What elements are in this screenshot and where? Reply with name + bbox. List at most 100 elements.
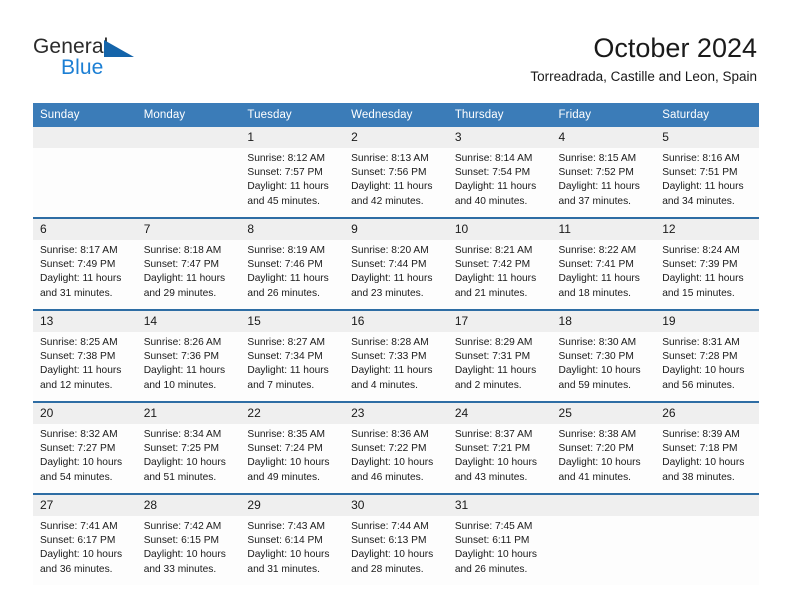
calendar-day-cell[interactable]: 26 Sunrise: 8:39 AM Sunset: 7:18 PM Dayligh…: [655, 402, 759, 495]
calendar-day-cell[interactable]: 18 Sunrise: 8:30 AM Sunset: 7:30 PM Dayligh…: [551, 310, 656, 403]
sunset-text: Sunset: 7:47 PM: [143, 259, 220, 271]
calendar-day-cell[interactable]: 8 Sunrise: 8:19 AM Sunset: 7:46 PM Daylight…: [240, 218, 345, 311]
calendar-page: General Blue October 2024 Torreadrada, C…: [0, 0, 792, 612]
daylight-text-line1: Daylight: 11 hours: [143, 365, 226, 377]
sunrise-text: Sunrise: 8:38 AM: [558, 429, 637, 440]
daylight-text-line2: and 59 minutes.: [558, 379, 632, 391]
day-number: 11: [551, 219, 656, 240]
day-details: Sunrise: 8:17 AM Sunset: 7:49 PM Daylight:…: [33, 240, 137, 301]
sunset-text: Sunset: 7:38 PM: [40, 351, 116, 363]
day-number: 16: [344, 311, 448, 332]
calendar-day-cell-empty: [136, 127, 241, 219]
sunrise-text: Sunrise: 8:21 AM: [454, 245, 533, 256]
daylight-text-line2: and 38 minutes.: [662, 471, 735, 483]
sunset-text: Sunset: 7:18 PM: [662, 443, 738, 455]
calendar-day-cell[interactable]: 29 Sunrise: 7:43 AM Sunset: 6:14 PM Dayligh…: [240, 494, 345, 585]
daylight-text-line2: and 37 minutes.: [558, 195, 632, 207]
sunrise-text: Sunrise: 7:45 AM: [454, 521, 533, 532]
day-number: 30: [344, 495, 448, 516]
weekday-header-thursday: Thursday: [447, 103, 552, 127]
sunset-text: Sunset: 7:46 PM: [247, 259, 323, 271]
sunset-text: Sunset: 7:57 PM: [247, 167, 323, 179]
calendar-day-cell[interactable]: 21 Sunrise: 8:34 AM Sunset: 7:25 PM Dayligh…: [136, 402, 241, 495]
day-number: 23: [344, 403, 448, 424]
daylight-text-line1: Daylight: 10 hours: [247, 549, 330, 561]
sunrise-text: Sunrise: 8:13 AM: [351, 153, 429, 164]
sunrise-text: Sunrise: 8:31 AM: [662, 337, 740, 348]
sunrise-text: Sunrise: 8:25 AM: [40, 337, 118, 348]
general-blue-logo[interactable]: General Blue: [33, 36, 153, 84]
day-details: Sunrise: 8:39 AM Sunset: 7:18 PM Daylight:…: [655, 424, 759, 485]
calendar-week-row: 20 Sunrise: 8:32 AM Sunset: 7:27 PM Dayligh…: [33, 402, 759, 495]
daylight-text-line1: Daylight: 11 hours: [662, 273, 744, 285]
daylight-text-line2: and 26 minutes.: [454, 563, 528, 575]
daylight-text-line2: and 42 minutes.: [351, 195, 424, 207]
calendar-day-cell[interactable]: 10 Sunrise: 8:21 AM Sunset: 7:42 PM Dayligh…: [447, 218, 552, 311]
day-details: Sunrise: 7:43 AM Sunset: 6:14 PM Daylight:…: [240, 516, 344, 577]
calendar-day-cell[interactable]: 7 Sunrise: 8:18 AM Sunset: 7:47 PM Daylight…: [136, 218, 241, 311]
daylight-text-line1: Daylight: 10 hours: [351, 457, 434, 469]
daylight-text-line2: and 40 minutes.: [454, 195, 528, 207]
sunset-text: Sunset: 7:31 PM: [454, 351, 531, 363]
sunrise-text: Sunrise: 7:41 AM: [40, 521, 118, 532]
page-title: October 2024: [593, 33, 757, 63]
day-details: Sunrise: 8:30 AM Sunset: 7:30 PM Daylight:…: [552, 332, 656, 393]
calendar-day-cell[interactable]: 11 Sunrise: 8:22 AM Sunset: 7:41 PM Dayligh…: [551, 218, 656, 311]
calendar-day-cell[interactable]: 2 Sunrise: 8:13 AM Sunset: 7:56 PM Daylight…: [344, 127, 448, 219]
calendar-day-cell[interactable]: 3 Sunrise: 8:14 AM Sunset: 7:54 PM Daylight…: [447, 127, 552, 219]
day-details: Sunrise: 8:32 AM Sunset: 7:27 PM Daylight:…: [33, 424, 137, 485]
day-number: 19: [655, 311, 759, 332]
calendar-week-row: 1 Sunrise: 8:12 AM Sunset: 7:57 PM Daylight…: [33, 127, 759, 219]
calendar-day-cell[interactable]: 28 Sunrise: 7:42 AM Sunset: 6:15 PM Dayligh…: [136, 494, 241, 585]
day-details: Sunrise: 8:38 AM Sunset: 7:20 PM Daylight:…: [552, 424, 656, 485]
day-details: Sunrise: 8:27 AM Sunset: 7:34 PM Daylight:…: [240, 332, 344, 393]
calendar-day-cell[interactable]: 31 Sunrise: 7:45 AM Sunset: 6:11 PM Dayligh…: [447, 494, 552, 585]
day-details: Sunrise: 8:24 AM Sunset: 7:39 PM Daylight:…: [655, 240, 759, 301]
calendar-header-row: Sunday Monday Tuesday Wednesday Thursday…: [33, 103, 759, 127]
calendar-day-cell[interactable]: 16 Sunrise: 8:28 AM Sunset: 7:33 PM Dayligh…: [344, 310, 448, 403]
calendar-day-cell[interactable]: 1 Sunrise: 8:12 AM Sunset: 7:57 PM Daylight…: [240, 127, 345, 219]
sunset-text: Sunset: 6:15 PM: [143, 535, 220, 547]
calendar-day-cell[interactable]: 13 Sunrise: 8:25 AM Sunset: 7:38 PM Dayligh…: [33, 310, 137, 403]
daylight-text-line2: and 29 minutes.: [143, 287, 217, 299]
daylight-text-line2: and 18 minutes.: [558, 287, 632, 299]
calendar-day-cell[interactable]: 23 Sunrise: 8:36 AM Sunset: 7:22 PM Dayligh…: [344, 402, 448, 495]
sunset-text: Sunset: 7:41 PM: [558, 259, 634, 271]
sunset-text: Sunset: 7:39 PM: [662, 259, 738, 271]
day-number: 1: [240, 127, 345, 148]
calendar-day-cell[interactable]: 4 Sunrise: 8:15 AM Sunset: 7:52 PM Daylight…: [551, 127, 656, 219]
calendar-day-cell[interactable]: 14 Sunrise: 8:26 AM Sunset: 7:36 PM Dayligh…: [136, 310, 241, 403]
logo-text-general: General: [33, 35, 109, 58]
daylight-text-line1: Daylight: 11 hours: [558, 273, 640, 285]
calendar-day-cell[interactable]: 5 Sunrise: 8:16 AM Sunset: 7:51 PM Daylight…: [655, 127, 759, 219]
day-details: Sunrise: 7:42 AM Sunset: 6:15 PM Daylight:…: [137, 516, 241, 577]
sunset-text: Sunset: 7:49 PM: [40, 259, 116, 271]
day-number: 21: [136, 403, 241, 424]
calendar-day-cell[interactable]: 22 Sunrise: 8:35 AM Sunset: 7:24 PM Dayligh…: [240, 402, 345, 495]
daylight-text-line1: Daylight: 10 hours: [247, 457, 330, 469]
day-details: Sunrise: 8:29 AM Sunset: 7:31 PM Daylight:…: [448, 332, 552, 393]
calendar-day-cell[interactable]: 17 Sunrise: 8:29 AM Sunset: 7:31 PM Dayligh…: [447, 310, 552, 403]
calendar-day-cell[interactable]: 15 Sunrise: 8:27 AM Sunset: 7:34 PM Dayligh…: [240, 310, 345, 403]
calendar-day-cell[interactable]: 30 Sunrise: 7:44 AM Sunset: 6:13 PM Dayligh…: [344, 494, 448, 585]
sunset-text: Sunset: 7:22 PM: [351, 443, 427, 455]
calendar-day-cell[interactable]: 9 Sunrise: 8:20 AM Sunset: 7:44 PM Daylight…: [344, 218, 448, 311]
calendar-day-cell[interactable]: 6 Sunrise: 8:17 AM Sunset: 7:49 PM Daylight…: [33, 218, 137, 311]
day-details: Sunrise: 8:37 AM Sunset: 7:21 PM Daylight:…: [448, 424, 552, 485]
sunset-text: Sunset: 7:44 PM: [351, 259, 427, 271]
daylight-text-line1: Daylight: 10 hours: [454, 549, 537, 561]
calendar-day-cell[interactable]: 19 Sunrise: 8:31 AM Sunset: 7:28 PM Dayligh…: [655, 310, 759, 403]
daylight-text-line2: and 4 minutes.: [351, 379, 418, 391]
calendar-day-cell[interactable]: 20 Sunrise: 8:32 AM Sunset: 7:27 PM Dayligh…: [33, 402, 137, 495]
calendar-day-cell[interactable]: 25 Sunrise: 8:38 AM Sunset: 7:20 PM Dayligh…: [551, 402, 656, 495]
sunrise-text: Sunrise: 8:20 AM: [351, 245, 429, 256]
calendar-day-cell-empty: [655, 494, 759, 585]
calendar-day-cell[interactable]: 27 Sunrise: 7:41 AM Sunset: 6:17 PM Dayligh…: [33, 494, 137, 585]
daylight-text-line1: Daylight: 11 hours: [351, 181, 433, 193]
calendar-day-cell[interactable]: 24 Sunrise: 8:37 AM Sunset: 7:21 PM Dayligh…: [447, 402, 552, 495]
day-details: Sunrise: 7:41 AM Sunset: 6:17 PM Daylight:…: [33, 516, 137, 577]
daylight-text-line1: Daylight: 11 hours: [558, 181, 640, 193]
daylight-text-line1: Daylight: 10 hours: [558, 457, 641, 469]
calendar-day-cell[interactable]: 12 Sunrise: 8:24 AM Sunset: 7:39 PM Dayligh…: [655, 218, 759, 311]
page-header: General Blue October 2024 Torreadrada, C…: [0, 0, 792, 100]
